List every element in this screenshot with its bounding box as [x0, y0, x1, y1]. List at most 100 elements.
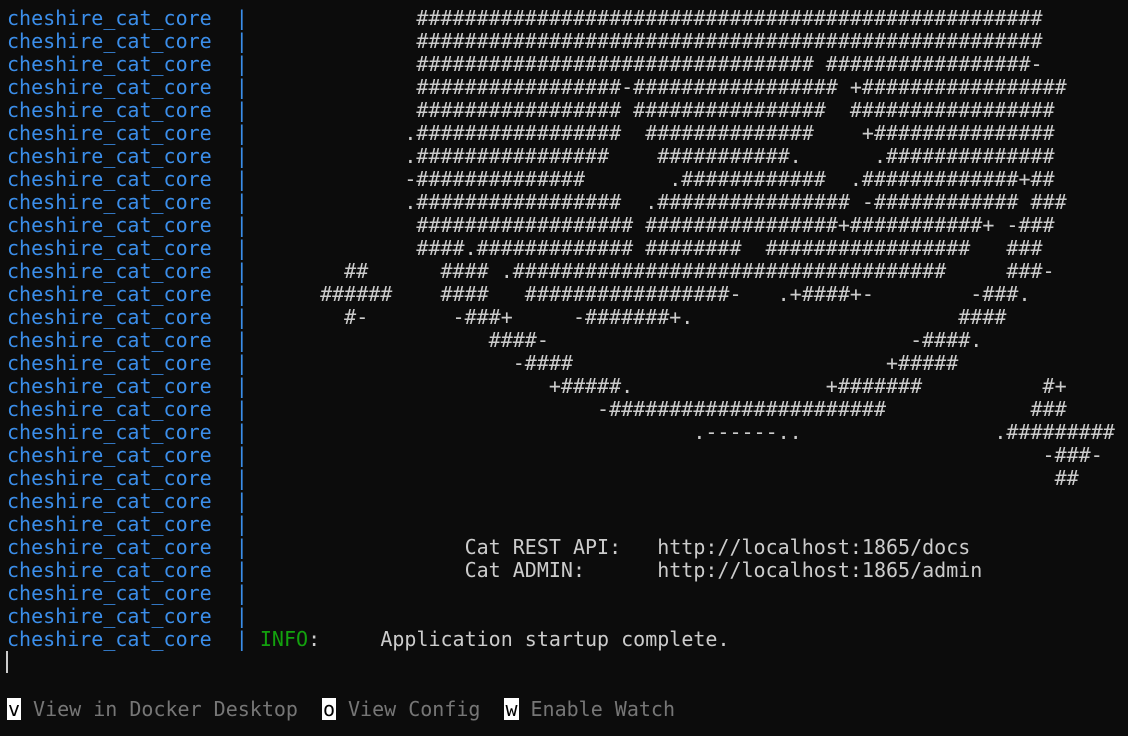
- separator: |: [211, 259, 260, 283]
- log-line: cheshire_cat_core |: [7, 605, 1115, 628]
- log-message: ####- -####.: [259, 328, 983, 352]
- service-prefix: cheshire_cat_core: [7, 282, 212, 306]
- log-message: -###-: [259, 443, 1103, 467]
- log-message: ########################################…: [259, 6, 1043, 30]
- shortcut-enable-watch[interactable]: w Enable Watch: [504, 697, 675, 721]
- service-prefix: cheshire_cat_core: [7, 167, 212, 191]
- log-message: -############## .############ .#########…: [259, 167, 1055, 191]
- log-line: cheshire_cat_core | ## #### .###########…: [7, 260, 1115, 283]
- service-prefix: cheshire_cat_core: [7, 144, 212, 168]
- log-colon: :: [308, 627, 321, 651]
- log-line: cheshire_cat_core | ####- -####.: [7, 329, 1115, 352]
- separator: |: [235, 627, 248, 651]
- service-prefix: cheshire_cat_core: [7, 581, 212, 605]
- log-line: cheshire_cat_core |: [7, 513, 1115, 536]
- shortcut-bar: v View in Docker Desktop o View Config w…: [7, 697, 675, 721]
- log-message: .################# ############## +#####…: [259, 121, 1055, 145]
- shortcut-label[interactable]: View Config: [348, 697, 480, 721]
- separator: |: [211, 29, 260, 53]
- separator: |: [211, 6, 260, 30]
- log-level-info: INFO: [259, 627, 309, 651]
- separator: |: [211, 305, 260, 329]
- service-prefix: cheshire_cat_core: [7, 558, 212, 582]
- separator: |: [211, 351, 260, 375]
- log-message: ## #### .###############################…: [259, 259, 1055, 283]
- shortcut-key[interactable]: w: [504, 698, 519, 720]
- log-line: cheshire_cat_core | -############## .###…: [7, 168, 1115, 191]
- shortcut-label[interactable]: View in Docker Desktop: [33, 697, 298, 721]
- log-message: .################ ###########. .########…: [259, 144, 1055, 168]
- service-prefix: cheshire_cat_core: [7, 374, 212, 398]
- separator: |: [211, 236, 260, 260]
- service-prefix: cheshire_cat_core: [7, 98, 212, 122]
- log-message: -#### +#####: [259, 351, 959, 375]
- log-line: cheshire_cat_core | ####################…: [7, 7, 1115, 30]
- service-prefix: cheshire_cat_core: [7, 305, 212, 329]
- separator: |: [211, 282, 260, 306]
- log-line: cheshire_cat_core |: [7, 490, 1115, 513]
- log-message: ################## ################+####…: [259, 213, 1055, 237]
- log-line: cheshire_cat_core | ####.############# #…: [7, 237, 1115, 260]
- service-prefix: cheshire_cat_core: [7, 328, 212, 352]
- log-line: cheshire_cat_core | +#####. +####### #+: [7, 375, 1115, 398]
- log-message: +#####. +####### #+: [259, 374, 1067, 398]
- log-line: cheshire_cat_core | .################ ##…: [7, 145, 1115, 168]
- log-message: ########################################…: [259, 29, 1043, 53]
- log-message: ################# ################ #####…: [259, 98, 1055, 122]
- separator: |: [211, 213, 260, 237]
- shortcut-view-config[interactable]: o View Config: [321, 697, 480, 721]
- service-prefix: cheshire_cat_core: [7, 121, 212, 145]
- service-prefix: cheshire_cat_core: [7, 29, 212, 53]
- shortcut-key[interactable]: o: [321, 698, 336, 720]
- log-message: ################################# ######…: [259, 52, 1043, 76]
- separator: |: [211, 144, 260, 168]
- log-line: cheshire_cat_core | Cat REST API: http:/…: [7, 536, 1115, 559]
- service-prefix: cheshire_cat_core: [7, 75, 212, 99]
- service-prefix: cheshire_cat_core: [7, 627, 212, 651]
- separator: |: [211, 397, 260, 421]
- separator: |: [211, 512, 260, 536]
- separator: |: [211, 167, 260, 191]
- separator: |: [211, 489, 260, 513]
- log-line: cheshire_cat_core | -###-: [7, 444, 1115, 467]
- separator: |: [211, 420, 260, 444]
- service-prefix: cheshire_cat_core: [7, 397, 212, 421]
- terminal-output: cheshire_cat_core | ####################…: [7, 7, 1115, 651]
- log-message: #- -###+ -#######+. ####: [259, 305, 1007, 329]
- log-line-startup: cheshire_cat_core | INFO: Application st…: [7, 628, 1115, 651]
- service-prefix: cheshire_cat_core: [7, 351, 212, 375]
- separator: |: [211, 52, 260, 76]
- log-line: cheshire_cat_core | ##: [7, 467, 1115, 490]
- service-prefix: cheshire_cat_core: [7, 443, 212, 467]
- log-line: cheshire_cat_core | ################# ##…: [7, 99, 1115, 122]
- shortcut-view-in-docker-desktop[interactable]: v View in Docker Desktop: [7, 697, 298, 721]
- service-prefix: cheshire_cat_core: [7, 213, 212, 237]
- log-line: cheshire_cat_core | .################# #…: [7, 122, 1115, 145]
- log-message: #################-################# +###…: [259, 75, 1067, 99]
- log-line: cheshire_cat_core | ###### #### ########…: [7, 283, 1115, 306]
- separator: |: [211, 98, 260, 122]
- log-line: cheshire_cat_core | #################-##…: [7, 76, 1115, 99]
- separator: |: [211, 604, 260, 628]
- service-prefix: cheshire_cat_core: [7, 236, 212, 260]
- separator: |: [211, 374, 260, 398]
- log-message: ####.############# ######## ############…: [259, 236, 1043, 260]
- separator: |: [211, 535, 260, 559]
- separator: |: [211, 121, 260, 145]
- log-line: cheshire_cat_core | ################## #…: [7, 214, 1115, 237]
- service-prefix: cheshire_cat_core: [7, 489, 212, 513]
- startup-message: Application startup complete.: [320, 627, 730, 651]
- separator: |: [211, 75, 260, 99]
- log-line: cheshire_cat_core | -#### +#####: [7, 352, 1115, 375]
- log-lines: cheshire_cat_core | ####################…: [7, 7, 1115, 628]
- service-prefix: cheshire_cat_core: [7, 52, 212, 76]
- service-prefix: cheshire_cat_core: [7, 466, 212, 490]
- service-prefix: cheshire_cat_core: [7, 6, 212, 30]
- separator: |: [211, 328, 260, 352]
- log-message: .------.. .#########: [259, 420, 1115, 444]
- service-prefix: cheshire_cat_core: [7, 535, 212, 559]
- log-message: -####################### ###: [259, 397, 1067, 421]
- service-prefix: cheshire_cat_core: [7, 190, 212, 214]
- shortcut-key[interactable]: v: [7, 698, 22, 720]
- shortcut-label[interactable]: Enable Watch: [531, 697, 676, 721]
